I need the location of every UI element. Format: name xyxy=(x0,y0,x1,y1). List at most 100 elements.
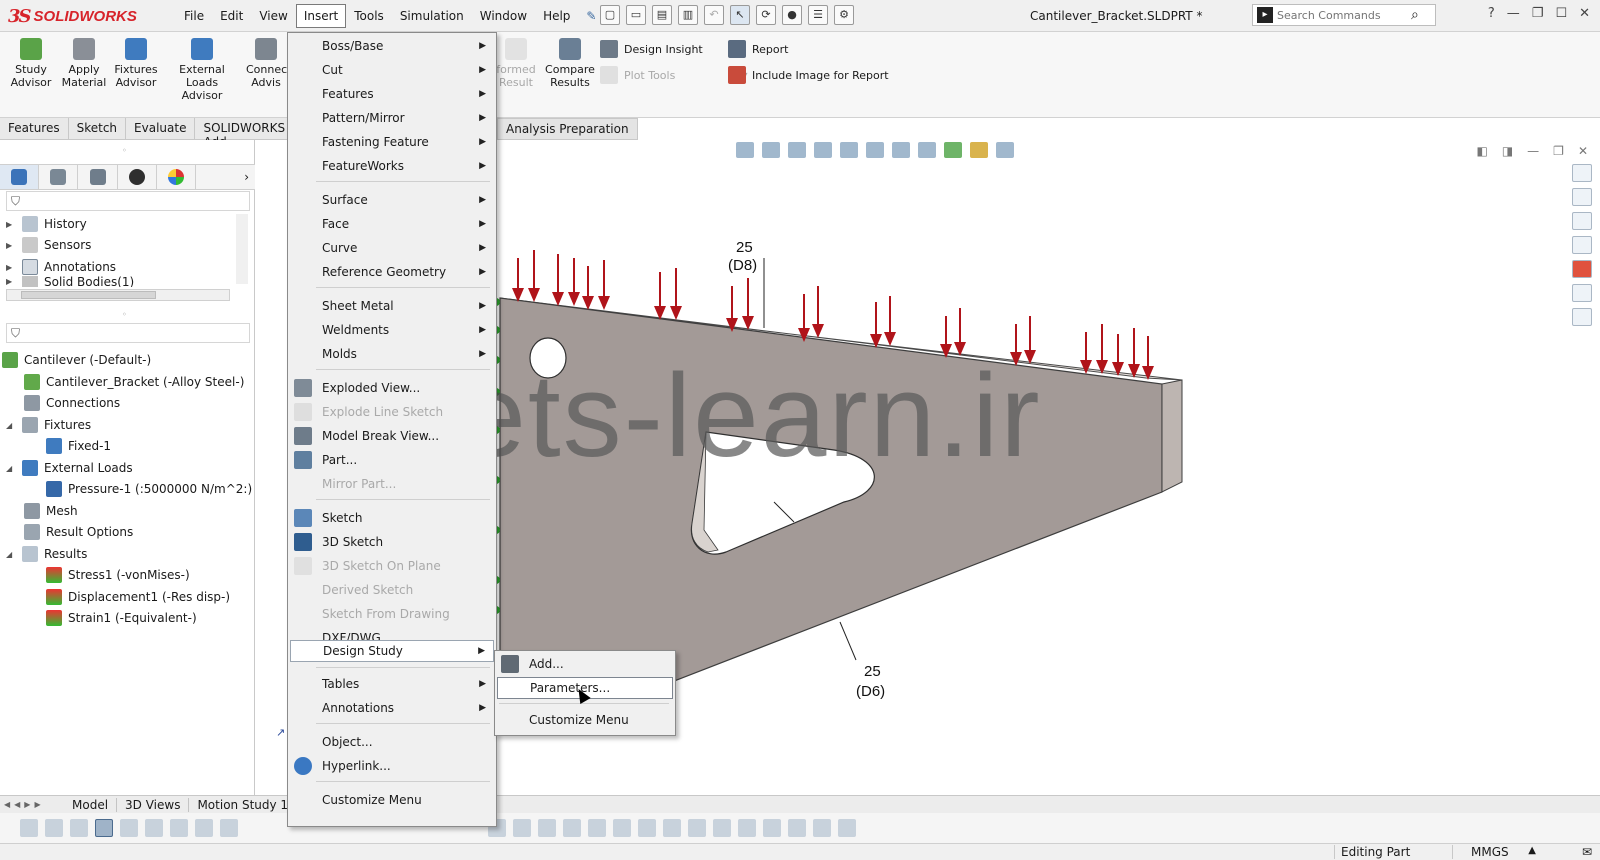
property-manager-tab[interactable] xyxy=(39,165,79,189)
menu-file[interactable]: File xyxy=(176,4,212,28)
filter-surface-finish-icon[interactable] xyxy=(663,819,681,837)
dimxpert-tab[interactable] xyxy=(118,165,157,189)
menu-item-derived-sketch[interactable]: Derived Sketch xyxy=(290,579,494,601)
select-all-filters-icon[interactable] xyxy=(70,819,88,837)
chat-bubble-icon[interactable]: ✉ xyxy=(1582,845,1592,859)
menu-item-annotations[interactable]: Annotations ▶ xyxy=(290,697,494,719)
collapse-icon[interactable]: ◢ xyxy=(6,550,16,559)
filter-datum-features-icon[interactable] xyxy=(738,819,756,837)
file-properties-icon[interactable]: ☰ xyxy=(808,5,828,25)
save-icon[interactable]: ▤ xyxy=(652,5,672,25)
menu-item-face[interactable]: Face ▶ xyxy=(290,213,494,235)
menu-help[interactable]: Help xyxy=(535,4,578,28)
tab-analysis-preparation[interactable]: Analysis Preparation xyxy=(497,118,638,140)
apply-material-button[interactable]: Apply Material xyxy=(60,38,108,89)
tree-item-mesh[interactable]: Mesh xyxy=(24,501,78,521)
menu-item-molds[interactable]: Molds ▶ xyxy=(290,343,494,365)
traffic-light-icon[interactable]: ● xyxy=(782,5,802,25)
tab-3d-views[interactable]: 3D Views xyxy=(117,797,190,812)
filter-dimensions-icon[interactable] xyxy=(588,819,606,837)
feature-tree-vertical-scrollbar[interactable] xyxy=(236,214,248,284)
menu-item-pattern-mirror[interactable]: Pattern/Mirror ▶ xyxy=(290,107,494,129)
filter-cosmetic-threads-icon[interactable] xyxy=(788,819,806,837)
study-advisor-button[interactable]: Study Advisor xyxy=(8,38,54,89)
menu-item-sheet-metal[interactable]: Sheet Metal ▶ xyxy=(290,295,494,317)
tree-item-sensors[interactable]: ▶ Sensors xyxy=(6,235,91,255)
tree-item-stress1[interactable]: Stress1 (-vonMises-) xyxy=(46,565,190,585)
filter-center-marks-icon[interactable] xyxy=(563,819,581,837)
tree-item-study[interactable]: Cantilever (-Default-) xyxy=(2,350,151,370)
tree-item-fixed-1[interactable]: Fixed-1 xyxy=(46,436,111,456)
scrollbar-thumb[interactable] xyxy=(21,291,156,299)
collapse-icon[interactable]: ◢ xyxy=(6,421,16,430)
search-commands[interactable]: ▸ ⌕ xyxy=(1252,4,1436,26)
design-insight-button[interactable]: Design Insight xyxy=(600,40,703,58)
panel-splitter-top[interactable]: ◦ xyxy=(122,146,127,155)
menu-item-fastening-feature[interactable]: Fastening Feature ▶ xyxy=(290,131,494,153)
filter-notes-icon[interactable] xyxy=(613,819,631,837)
menu-item-object[interactable]: Object... xyxy=(290,731,494,753)
menu-item-curve[interactable]: Curve ▶ xyxy=(290,237,494,259)
menu-item-3d-sketch[interactable]: 3D Sketch xyxy=(290,531,494,553)
menu-item-exploded-view[interactable]: Exploded View... xyxy=(290,377,494,399)
menu-item-model-break-view[interactable]: Model Break View... xyxy=(290,425,494,447)
options-gear-icon[interactable]: ⚙ xyxy=(834,5,854,25)
tree-item-strain1[interactable]: Strain1 (-Equivalent-) xyxy=(46,608,197,628)
menu-item-explode-line-sketch[interactable]: Explode Line Sketch xyxy=(290,401,494,423)
menu-item-weldments[interactable]: Weldments ▶ xyxy=(290,319,494,341)
solidworks-logo[interactable]: 3S SOLIDWORKS xyxy=(8,4,137,28)
tab-motion-study[interactable]: Motion Study 1 xyxy=(189,797,298,812)
filter-dowel-pin-icon[interactable] xyxy=(813,819,831,837)
dimension-bottom-name[interactable]: (D6) xyxy=(856,683,885,700)
tab-evaluate[interactable]: Evaluate xyxy=(126,118,196,139)
undo-icon[interactable]: ↶ xyxy=(704,5,724,25)
display-manager-tab[interactable] xyxy=(157,165,197,189)
search-icon[interactable]: ⌕ xyxy=(1411,7,1419,23)
select-pointer-icon[interactable] xyxy=(95,819,113,837)
tree-item-part[interactable]: Cantilever_Bracket (-Alloy Steel-) xyxy=(24,372,244,392)
open-folder-icon[interactable]: ▭ xyxy=(626,5,646,25)
collapse-icon[interactable]: ◢ xyxy=(6,464,16,473)
tab-scroll-arrows[interactable]: ◀◀▶▶ xyxy=(0,800,64,809)
filter-toggle-icon[interactable] xyxy=(20,819,38,837)
tree-item-annotations[interactable]: ▶ Annotations xyxy=(6,257,116,277)
tree-item-fixtures[interactable]: ◢ Fixtures xyxy=(6,415,91,435)
expand-icon[interactable]: ▶ xyxy=(6,277,16,286)
menu-item-features[interactable]: Features ▶ xyxy=(290,83,494,105)
menu-view[interactable]: View xyxy=(251,4,295,28)
plot-tools-button[interactable]: Plot Tools ▼ xyxy=(600,66,747,84)
filter-datum-targets-icon[interactable] xyxy=(713,819,731,837)
tree-item-external-loads[interactable]: ◢ External Loads xyxy=(6,458,133,478)
filter-weld-symbols-icon[interactable] xyxy=(688,819,706,837)
dimension-bottom-value[interactable]: 25 xyxy=(864,663,881,680)
tab-sketch[interactable]: Sketch xyxy=(69,118,127,139)
menu-item-surface[interactable]: Surface ▶ xyxy=(290,189,494,211)
filter-edges-icon[interactable] xyxy=(145,819,163,837)
tree-item-results[interactable]: ◢ Results xyxy=(6,544,87,564)
menu-insert[interactable]: Insert xyxy=(295,4,347,28)
filter-surface-bodies-icon[interactable] xyxy=(195,819,213,837)
configuration-manager-tab[interactable] xyxy=(78,165,118,189)
menu-item-3d-sketch-on-plane[interactable]: 3D Sketch On Plane xyxy=(290,555,494,577)
tree-item-result-options[interactable]: Result Options xyxy=(24,522,133,542)
expand-icon[interactable]: ▶ xyxy=(6,220,16,229)
tab-addins[interactable]: SOLIDWORKS Add- xyxy=(195,118,295,149)
search-input[interactable] xyxy=(1277,8,1407,22)
maximize-icon[interactable]: ☐ xyxy=(1555,6,1567,21)
tree-item-pressure-1[interactable]: Pressure-1 (:5000000 N/m^2:) xyxy=(46,479,252,499)
menu-item-sketch-from-drawing[interactable]: Sketch From Drawing xyxy=(290,603,494,625)
feature-filter[interactable]: ⛉ xyxy=(6,191,250,211)
menu-item-featureworks[interactable]: FeatureWorks ▶ xyxy=(290,155,494,177)
menu-item-hyperlink[interactable]: Hyperlink... xyxy=(290,755,494,777)
panel-splitter[interactable]: ◦ xyxy=(122,310,127,319)
menu-simulation[interactable]: Simulation xyxy=(392,4,472,28)
menu-item-customize-menu[interactable]: Customize Menu xyxy=(290,789,494,811)
restore-icon[interactable]: ❐ xyxy=(1532,6,1544,21)
close-icon[interactable]: ✕ xyxy=(1579,6,1590,21)
filter-planes-icon[interactable] xyxy=(513,819,531,837)
tab-features[interactable]: Features xyxy=(0,118,69,139)
menu-item-cut[interactable]: Cut ▶ xyxy=(290,59,494,81)
select-pointer-icon[interactable]: ↖ xyxy=(730,5,750,25)
deformed-result-button[interactable]: formed Result xyxy=(494,38,538,89)
submenu-item-add[interactable]: Add... xyxy=(497,653,673,675)
